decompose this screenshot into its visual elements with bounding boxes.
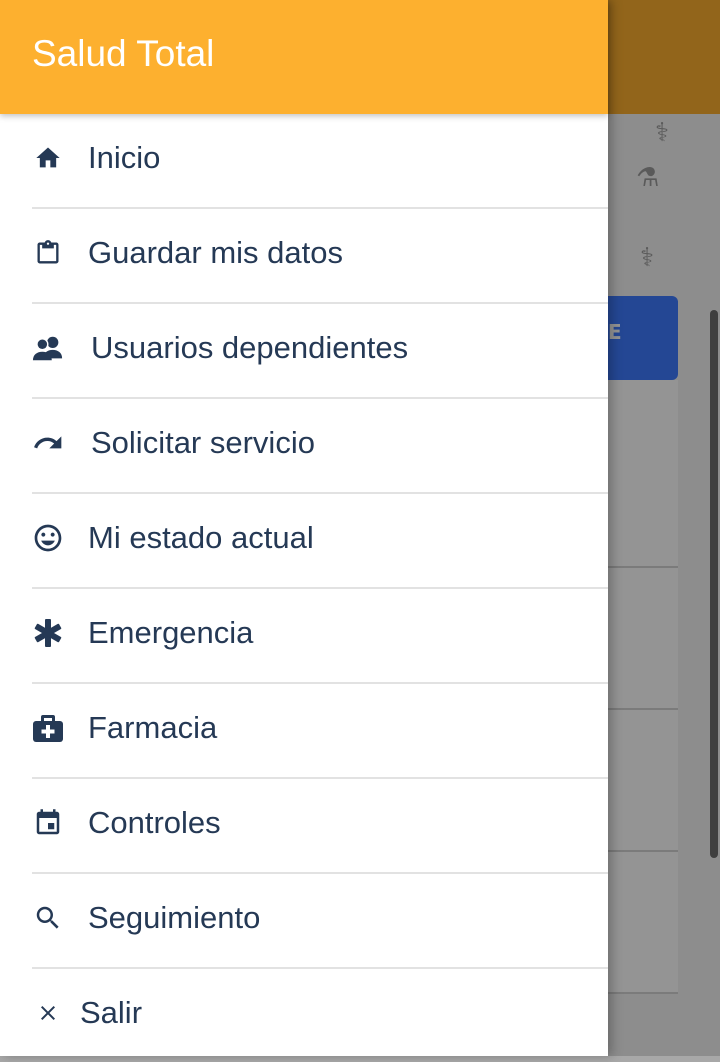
menu-item-label: Mi estado actual (88, 520, 314, 555)
users-icon (32, 332, 64, 364)
menu-item-label: Usuarios dependientes (91, 330, 409, 365)
drawer-header: Salud Total (0, 0, 608, 114)
menu-item-controles[interactable]: Controles (32, 779, 608, 874)
redo-arrow-icon (32, 427, 64, 459)
drawer-title: Salud Total (32, 33, 215, 74)
menu-item-inicio[interactable]: Inicio (32, 114, 608, 209)
menu-item-label: Farmacia (88, 710, 218, 745)
menu-item-farmacia[interactable]: Farmacia (32, 684, 608, 779)
calendar-icon (32, 807, 64, 839)
search-icon (32, 902, 64, 934)
clipboard-icon (32, 237, 64, 269)
menu-item-seguimiento[interactable]: Seguimiento (32, 874, 608, 969)
menu-item-label: Salir (80, 995, 143, 1030)
menu-item-salir[interactable]: Salir (32, 969, 608, 1062)
home-icon (32, 142, 64, 174)
menu-item-label: Guardar mis datos (88, 235, 343, 270)
menu-item-label: Solicitar servicio (91, 425, 315, 460)
close-icon (32, 997, 64, 1029)
menu-item-usuarios-dependientes[interactable]: Usuarios dependientes (32, 304, 608, 399)
smiley-icon (32, 522, 64, 554)
menu-item-guardar-mis-datos[interactable]: Guardar mis datos (32, 209, 608, 304)
menu-item-label: Emergencia (88, 615, 254, 650)
menu-item-emergencia[interactable]: Emergencia (32, 589, 608, 684)
menu-item-mi-estado-actual[interactable]: Mi estado actual (32, 494, 608, 589)
menu-item-label: Inicio (88, 140, 161, 175)
drawer-menu: Inicio Guardar mis datos Usuarios depend… (0, 114, 608, 1062)
menu-item-label: Seguimiento (88, 900, 261, 935)
menu-item-solicitar-servicio[interactable]: Solicitar servicio (32, 399, 608, 494)
asterisk-icon (32, 617, 64, 649)
navigation-drawer: Salud Total Inicio Guardar mis datos Usu… (0, 0, 608, 1056)
medical-kit-icon (32, 712, 64, 744)
menu-item-label: Controles (88, 805, 221, 840)
